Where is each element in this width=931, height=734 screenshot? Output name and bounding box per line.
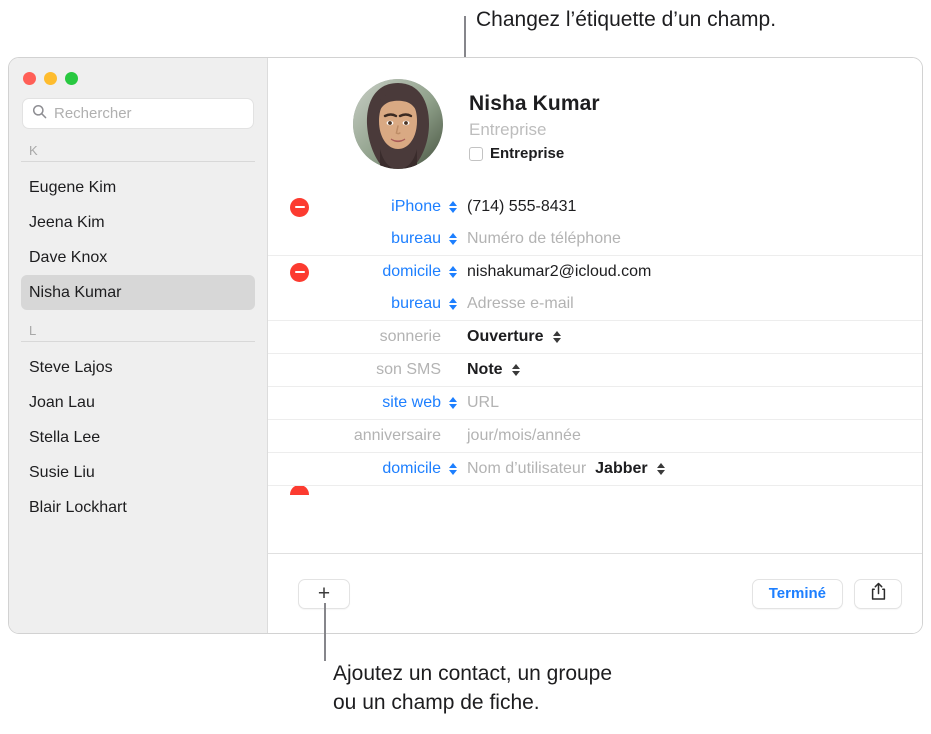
- chevron-updown-icon[interactable]: [446, 463, 459, 475]
- field-row-clipped[interactable]: [268, 485, 922, 495]
- field-value[interactable]: Ouverture: [467, 328, 543, 346]
- field-label[interactable]: bureau: [286, 230, 446, 248]
- remove-field-button[interactable]: [290, 262, 309, 282]
- list-item[interactable]: Dave Knox: [21, 240, 255, 275]
- field-row[interactable]: son SMS Note: [268, 353, 922, 386]
- field-value[interactable]: Numéro de téléphone: [467, 230, 621, 248]
- remove-field-button[interactable]: [290, 197, 309, 217]
- list-item-selected[interactable]: Nisha Kumar: [21, 275, 255, 310]
- contact-name: Nisha Kumar: [469, 92, 600, 115]
- list-item[interactable]: Joan Lau: [21, 385, 255, 420]
- maximize-window-button[interactable]: [65, 72, 78, 85]
- field-row[interactable]: anniversaire jour/mois/année: [268, 419, 922, 452]
- chevron-updown-icon[interactable]: [446, 397, 459, 409]
- contact-header: Nisha Kumar Entreprise Entreprise: [268, 58, 922, 169]
- chevron-updown-icon[interactable]: [446, 201, 459, 213]
- search-field[interactable]: [22, 98, 254, 129]
- chevron-updown-icon[interactable]: [655, 463, 668, 475]
- search-input[interactable]: [54, 105, 244, 122]
- field-label[interactable]: domicile: [286, 263, 446, 281]
- field-label: anniversaire: [353, 427, 441, 444]
- sidebar: K Eugene Kim Jeena Kim Dave Knox Nisha K…: [9, 58, 268, 633]
- done-button[interactable]: Terminé: [751, 578, 843, 609]
- list-item[interactable]: Stella Lee: [21, 420, 255, 455]
- chevron-updown-icon[interactable]: [446, 266, 459, 278]
- list-item[interactable]: Steve Lajos: [21, 350, 255, 385]
- field-value[interactable]: Nom d’utilisateur: [467, 460, 586, 478]
- field-label[interactable]: site web: [286, 394, 446, 412]
- field-row[interactable]: iPhone (714) 555-8431: [268, 191, 922, 223]
- callout-leader-line-bottom: [324, 603, 326, 661]
- field-label[interactable]: domicile: [286, 460, 446, 478]
- callout-label-add-contact: Ajoutez un contact, un groupe ou un cham…: [333, 662, 613, 714]
- contact-name-block: Nisha Kumar Entreprise Entreprise: [469, 79, 600, 162]
- field-row[interactable]: sonnerie Ouverture: [268, 320, 922, 353]
- list-item[interactable]: Jeena Kim: [21, 205, 255, 240]
- field-service-value[interactable]: Jabber: [595, 460, 647, 478]
- field-value[interactable]: nishakumar2@icloud.com: [467, 263, 651, 281]
- field-row[interactable]: site web URL: [268, 386, 922, 419]
- minimize-window-button[interactable]: [44, 72, 57, 85]
- close-window-button[interactable]: [23, 72, 36, 85]
- chevron-updown-icon[interactable]: [550, 331, 563, 343]
- remove-field-button[interactable]: [290, 486, 309, 495]
- company-checkbox-row[interactable]: Entreprise: [469, 145, 600, 162]
- contact-fields: iPhone (714) 555-8431 bureau Numéro de t…: [268, 191, 922, 495]
- field-value[interactable]: jour/mois/année: [467, 427, 581, 445]
- chevron-updown-icon[interactable]: [446, 298, 459, 310]
- avatar[interactable]: [353, 79, 443, 169]
- chevron-updown-icon[interactable]: [510, 364, 523, 376]
- window-traffic-lights: [9, 58, 267, 85]
- callout-label-change-field: Changez l’étiquette d’un champ.: [476, 8, 777, 31]
- share-button[interactable]: [854, 578, 902, 609]
- contact-detail-scroll[interactable]: Nisha Kumar Entreprise Entreprise iPhone…: [268, 58, 922, 553]
- field-value[interactable]: URL: [467, 394, 499, 412]
- field-label: sonnerie: [379, 328, 441, 345]
- list-item[interactable]: Susie Liu: [21, 455, 255, 490]
- field-label[interactable]: iPhone: [286, 198, 446, 216]
- list-item[interactable]: Eugene Kim: [21, 170, 255, 205]
- list-section-header-k: K: [21, 139, 255, 162]
- contact-detail-pane: Nisha Kumar Entreprise Entreprise iPhone…: [268, 58, 922, 633]
- field-value[interactable]: (714) 555-8431: [467, 198, 576, 216]
- chevron-updown-icon[interactable]: [446, 233, 459, 245]
- contact-list[interactable]: K Eugene Kim Jeena Kim Dave Knox Nisha K…: [9, 139, 267, 633]
- field-label[interactable]: bureau: [286, 295, 446, 313]
- field-label: son SMS: [376, 361, 441, 378]
- contacts-window: K Eugene Kim Jeena Kim Dave Knox Nisha K…: [8, 57, 923, 634]
- company-checkbox[interactable]: [469, 146, 483, 161]
- company-field-placeholder[interactable]: Entreprise: [469, 120, 600, 140]
- field-value[interactable]: Adresse e-mail: [467, 295, 574, 313]
- bottom-toolbar: + Terminé: [268, 553, 922, 633]
- field-value[interactable]: Note: [467, 361, 503, 379]
- field-row[interactable]: bureau Adresse e-mail: [268, 288, 922, 320]
- search-icon: [32, 104, 47, 124]
- share-icon: [870, 582, 887, 606]
- company-checkbox-label: Entreprise: [490, 145, 565, 162]
- field-row[interactable]: bureau Numéro de téléphone: [268, 223, 922, 255]
- field-row[interactable]: domicile Nom d’utilisateur Jabber: [268, 452, 922, 485]
- list-item[interactable]: Blair Lockhart: [21, 490, 255, 525]
- list-section-header-l: L: [21, 319, 255, 342]
- field-row[interactable]: domicile nishakumar2@icloud.com: [268, 255, 922, 288]
